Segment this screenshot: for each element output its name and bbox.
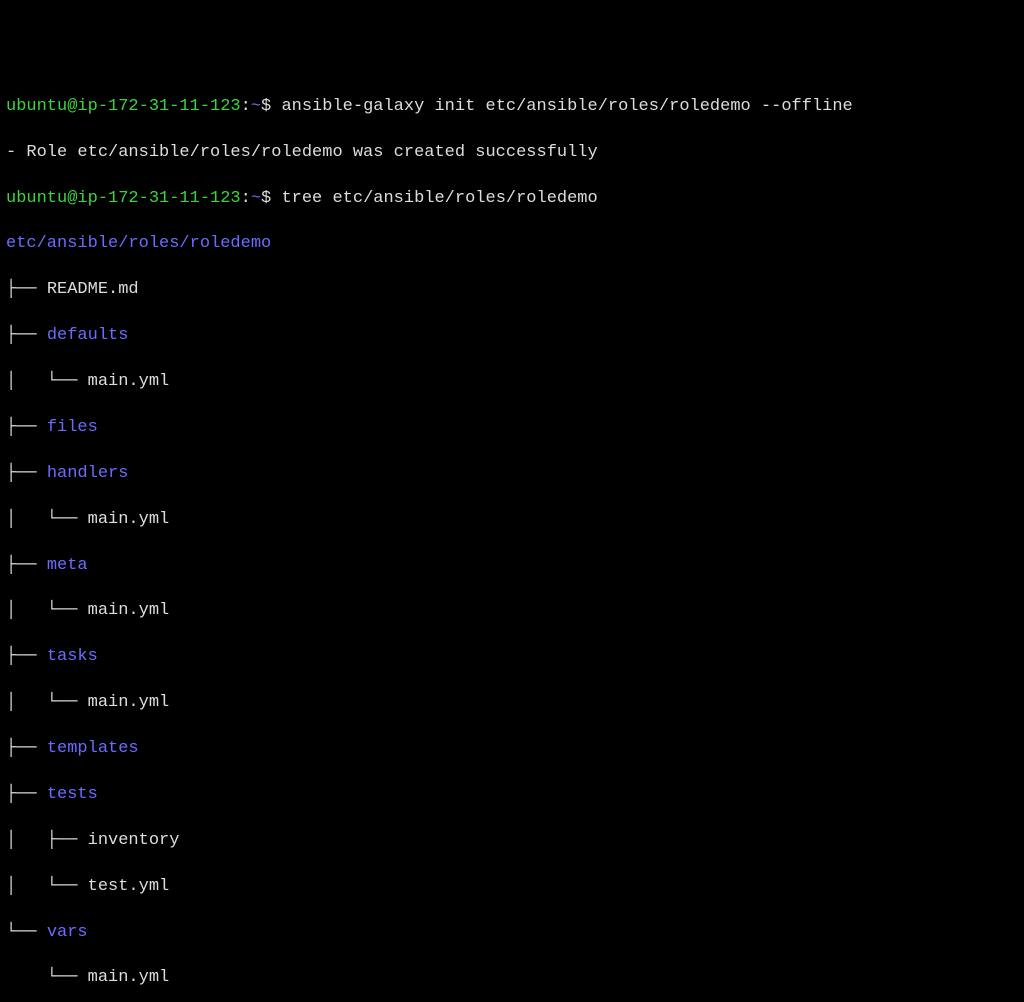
prompt-user: ubuntu@ip-172-31-11-123 <box>6 189 241 208</box>
tree-row: │ ├── inventory <box>6 830 1018 853</box>
prompt-path: ~ <box>251 189 261 208</box>
prompt-user: ubuntu@ip-172-31-11-123 <box>6 97 241 116</box>
tree-row: ├── meta <box>6 555 1018 578</box>
tree-row: │ └── main.yml <box>6 600 1018 623</box>
tree-row: ├── templates <box>6 738 1018 761</box>
tree-row: ├── tests <box>6 784 1018 807</box>
prompt-path: ~ <box>251 97 261 116</box>
tree-file: main.yml <box>88 693 170 712</box>
tree-dir: files <box>47 418 98 437</box>
prompt-sep: : <box>241 97 251 116</box>
tree-prefix: ├── <box>6 785 47 804</box>
tree-prefix: │ └── <box>6 877 88 896</box>
tree-file: main.yml <box>88 510 170 529</box>
tree-prefix: └── <box>6 923 47 942</box>
prompt-end: $ <box>261 97 281 116</box>
tree-dir: handlers <box>47 464 129 483</box>
tree-prefix: ├── <box>6 739 47 758</box>
tree-dir: defaults <box>47 326 129 345</box>
tree-prefix: ├── <box>6 280 47 299</box>
tree-row: │ └── test.yml <box>6 876 1018 899</box>
tree-prefix: │ └── <box>6 693 88 712</box>
tree-dir: meta <box>47 556 88 575</box>
tree-file: main.yml <box>88 372 170 391</box>
tree-prefix: ├── <box>6 464 47 483</box>
tree-dir: vars <box>47 923 88 942</box>
tree-file: main.yml <box>88 968 170 987</box>
cmd-line-2[interactable]: ubuntu@ip-172-31-11-123:~$ tree etc/ansi… <box>6 188 1018 211</box>
tree-file: README.md <box>47 280 139 299</box>
tree-row: │ └── main.yml <box>6 692 1018 715</box>
tree-prefix: │ └── <box>6 601 88 620</box>
tree-prefix: ├── <box>6 647 47 666</box>
tree-dir: templates <box>47 739 139 758</box>
output-line: - Role etc/ansible/roles/roledemo was cr… <box>6 142 1018 165</box>
tree-prefix: ├── <box>6 556 47 575</box>
tree-row: ├── handlers <box>6 463 1018 486</box>
cmd-line-1[interactable]: ubuntu@ip-172-31-11-123:~$ ansible-galax… <box>6 96 1018 119</box>
tree-row: │ └── main.yml <box>6 509 1018 532</box>
tree-file: test.yml <box>88 877 170 896</box>
tree-row: └── vars <box>6 922 1018 945</box>
tree-dir: tests <box>47 785 98 804</box>
tree-prefix: │ └── <box>6 372 88 391</box>
tree-prefix: └── <box>6 968 88 987</box>
tree-row: ├── defaults <box>6 325 1018 348</box>
tree-dir: tasks <box>47 647 98 666</box>
tree-file: inventory <box>88 831 180 850</box>
tree-root: etc/ansible/roles/roledemo <box>6 233 1018 256</box>
tree-row: ├── files <box>6 417 1018 440</box>
tree-row: │ └── main.yml <box>6 371 1018 394</box>
tree-row: └── main.yml <box>6 967 1018 990</box>
prompt-sep: : <box>241 189 251 208</box>
tree-prefix: │ └── <box>6 510 88 529</box>
command-text: tree etc/ansible/roles/roledemo <box>281 189 597 208</box>
tree-row: ├── README.md <box>6 279 1018 302</box>
command-text: ansible-galaxy init etc/ansible/roles/ro… <box>281 97 852 116</box>
tree-prefix: ├── <box>6 326 47 345</box>
tree-prefix: │ ├── <box>6 831 88 850</box>
prompt-end: $ <box>261 189 281 208</box>
tree-prefix: ├── <box>6 418 47 437</box>
tree-row: ├── tasks <box>6 646 1018 669</box>
tree-file: main.yml <box>88 601 170 620</box>
